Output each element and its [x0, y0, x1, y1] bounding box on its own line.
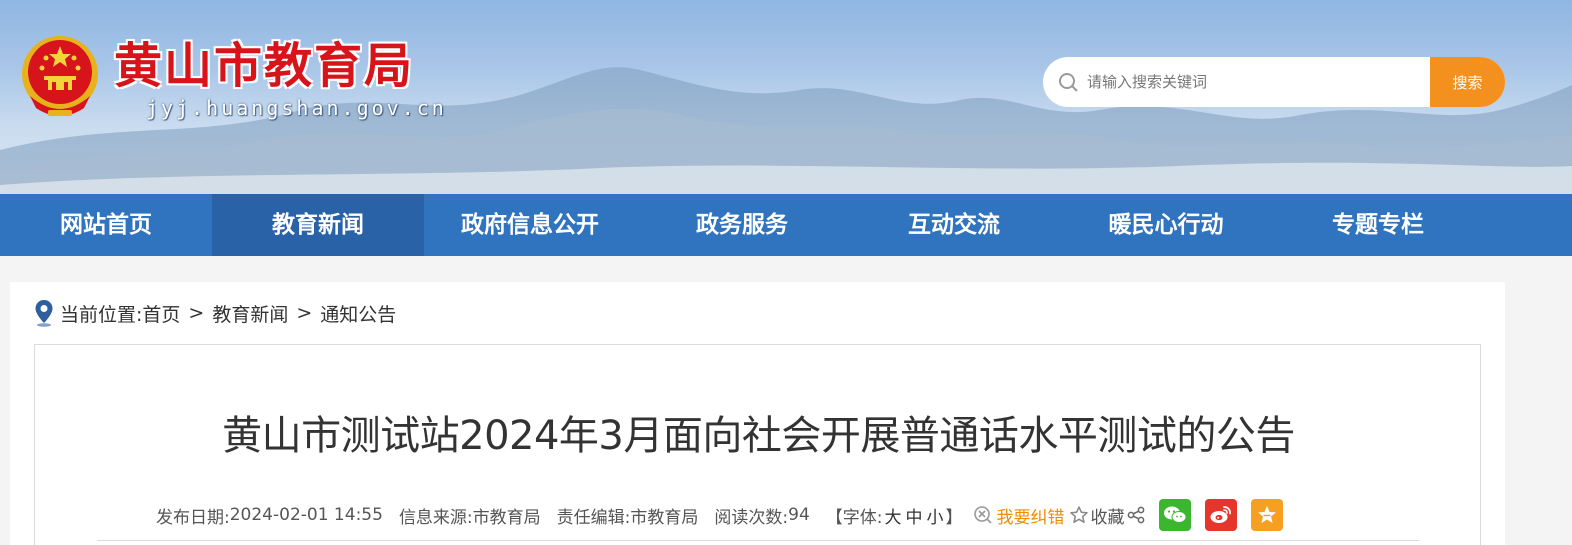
star-icon: [1069, 506, 1088, 523]
site-domain: jyj.huangshan.gov.cn: [146, 96, 447, 120]
font-size-large[interactable]: 大: [885, 503, 902, 528]
nav-item-warm-heart[interactable]: 暖民心行动: [1060, 194, 1272, 256]
breadcrumb: 当前位置: 首页 > 教育新闻 > 通知公告: [34, 298, 396, 328]
article-container: 黄山市测试站2024年3月面向社会开展普通话水平测试的公告 发布日期: 2024…: [34, 344, 1481, 545]
editor-label: 责任编辑:: [556, 507, 631, 528]
breadcrumb-item-notices[interactable]: 通知公告: [320, 300, 396, 327]
breadcrumb-separator: >: [296, 302, 313, 324]
national-emblem-icon: [22, 36, 98, 116]
content-card: 当前位置: 首页 > 教育新闻 > 通知公告 黄山市测试站2024年3月面向社会…: [10, 282, 1505, 545]
views-label: 阅读次数:: [714, 507, 789, 528]
wechat-share-button[interactable]: [1158, 499, 1191, 531]
font-size-label-close: 】: [945, 507, 963, 528]
site-header: 黄山市教育局 jyj.huangshan.gov.cn 搜索: [0, 0, 1572, 194]
search-icon: [1059, 73, 1078, 92]
views-count: 94: [788, 505, 810, 525]
share-icon[interactable]: [1127, 506, 1145, 524]
qzone-share-button[interactable]: [1250, 499, 1283, 531]
main-nav: 网站首页 教育新闻 政府信息公开 政务服务 互动交流 暖民心行动 专题专栏: [0, 194, 1572, 256]
nav-item-gov-services[interactable]: 政务服务: [636, 194, 848, 256]
nav-item-special-topics[interactable]: 专题专栏: [1272, 194, 1484, 256]
nav-item-gov-info[interactable]: 政府信息公开: [424, 194, 636, 256]
error-report-icon: [973, 506, 992, 524]
favorite-link[interactable]: 收藏: [1091, 503, 1125, 528]
font-size-label: 【字体:: [825, 507, 883, 528]
report-error-link[interactable]: 我要纠错: [997, 503, 1065, 528]
weibo-icon: [1210, 506, 1231, 523]
breadcrumb-item-home[interactable]: 首页: [142, 300, 180, 327]
nav-item-interaction[interactable]: 互动交流: [848, 194, 1060, 256]
search-input[interactable]: [1087, 57, 1427, 107]
source-value: 市教育局: [472, 507, 541, 528]
article-meta: 发布日期: 2024-02-01 14:55 信息来源: 市教育局 责任编辑: …: [156, 497, 1297, 533]
wechat-icon: [1163, 506, 1187, 523]
article-title: 黄山市测试站2024年3月面向社会开展普通话水平测试的公告: [222, 413, 1295, 459]
breadcrumb-separator: >: [188, 302, 205, 324]
breadcrumb-item-education-news[interactable]: 教育新闻: [212, 300, 288, 327]
font-size-medium[interactable]: 中: [906, 503, 923, 528]
qzone-star-icon: [1257, 506, 1276, 523]
breadcrumb-prefix: 当前位置:: [60, 303, 143, 326]
publish-date: 2024-02-01 14:55: [229, 505, 383, 525]
editor-value: 市教育局: [630, 507, 699, 528]
source-label: 信息来源:: [398, 507, 473, 528]
nav-item-education-news[interactable]: 教育新闻: [212, 194, 424, 256]
meta-divider: [97, 540, 1419, 541]
site-title: 黄山市教育局: [114, 38, 415, 94]
location-pin-icon: [35, 300, 53, 327]
font-size-small[interactable]: 小: [927, 503, 944, 528]
search-bar: 搜索: [1043, 57, 1505, 107]
nav-item-home[interactable]: 网站首页: [0, 194, 212, 256]
publish-date-label: 发布日期:: [156, 507, 230, 528]
weibo-share-button[interactable]: [1204, 499, 1237, 531]
search-button[interactable]: 搜索: [1430, 57, 1505, 107]
